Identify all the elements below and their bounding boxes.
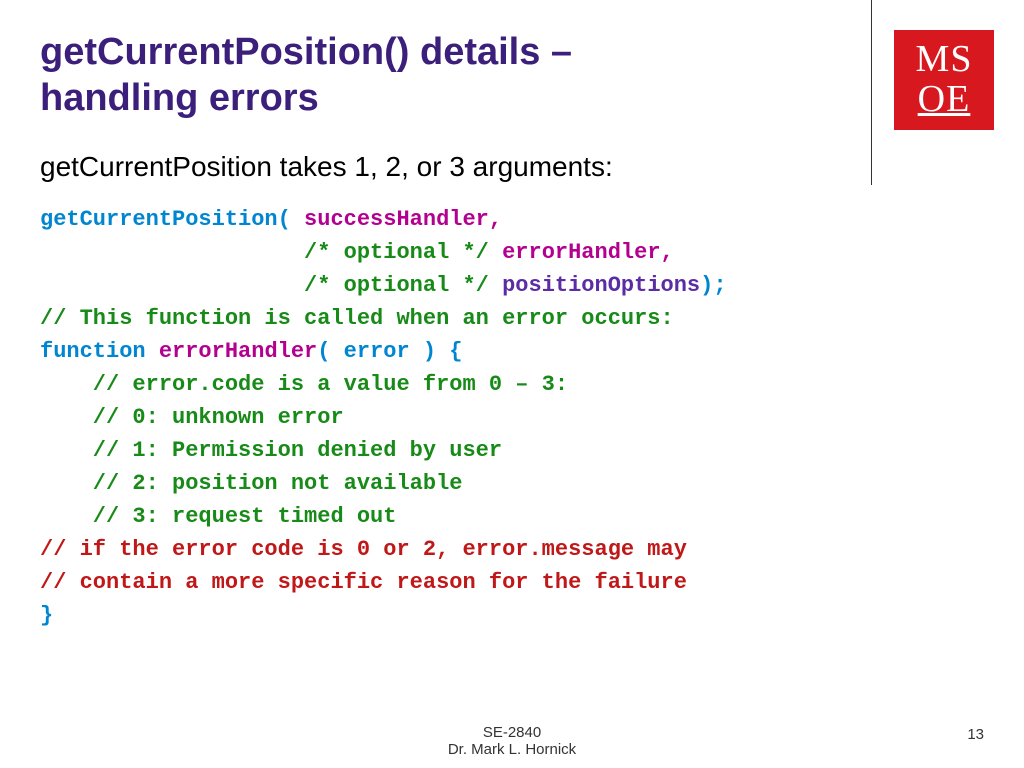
code-pad3 <box>40 273 304 298</box>
intro-text: getCurrentPosition takes 1, 2, or 3 argu… <box>40 151 984 183</box>
code-open-paren: ( <box>278 207 304 232</box>
logo-top: MS <box>916 40 973 80</box>
logo-divider <box>871 0 872 185</box>
logo-bottom: OE <box>918 80 971 120</box>
code-arg1: successHandler <box>304 207 489 232</box>
code-body2: // 0: unknown error <box>40 405 344 430</box>
code-close: ); <box>700 273 726 298</box>
code-close-brace: } <box>40 603 53 628</box>
code-err-name: errorHandler <box>159 339 317 364</box>
footer-course: SE-2840 <box>0 724 1024 741</box>
code-body1: // error.code is a value from 0 – 3: <box>40 372 568 397</box>
code-comma1: , <box>489 207 502 232</box>
code-body3: // 1: Permission denied by user <box>40 438 502 463</box>
code-pad2 <box>40 240 304 265</box>
footer: SE-2840 Dr. Mark L. Hornick <box>0 724 1024 758</box>
code-opt2: /* optional */ <box>304 273 502 298</box>
code-fn-name: getCurrentPosition <box>40 207 278 232</box>
footer-author: Dr. Mark L. Hornick <box>0 741 1024 758</box>
code-comma2: , <box>661 240 674 265</box>
code-tail2: // contain a more specific reason for th… <box>40 570 687 595</box>
code-arg2: errorHandler <box>502 240 660 265</box>
code-kw-function: function <box>40 339 159 364</box>
code-body5: // 3: request timed out <box>40 504 396 529</box>
code-body4: // 2: position not available <box>40 471 462 496</box>
logo-block: MS OE <box>871 0 994 185</box>
code-tail1: // if the error code is 0 or 2, error.me… <box>40 537 687 562</box>
msoe-logo: MS OE <box>894 30 994 130</box>
code-err-sig: ( error ) { <box>317 339 462 364</box>
code-comment1: // This function is called when an error… <box>40 306 674 331</box>
code-block: getCurrentPosition( successHandler, /* o… <box>40 203 984 632</box>
code-arg3: positionOptions <box>502 273 700 298</box>
page-number: 13 <box>967 726 984 743</box>
code-opt1: /* optional */ <box>304 240 502 265</box>
slide-title: getCurrentPosition() details – handling … <box>40 30 740 121</box>
